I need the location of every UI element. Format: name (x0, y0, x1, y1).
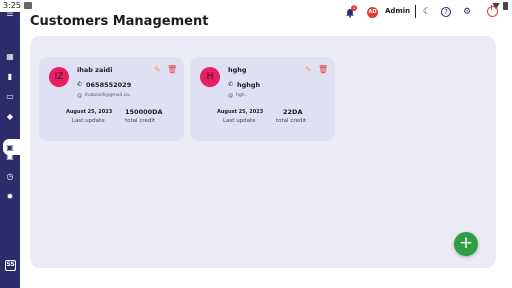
delete-icon[interactable]: 🗑 (318, 65, 328, 74)
dark-mode-icon[interactable]: ☾ (421, 6, 433, 18)
shopping-bag-icon[interactable]: ▮ (0, 69, 20, 83)
total-credit-label: total credit (276, 118, 307, 124)
customer-email: ihabzaidi@gmail.co.. (85, 93, 132, 98)
phone-icon: ✆ (228, 81, 234, 88)
customer-email: hgh.. (236, 93, 248, 98)
delete-icon[interactable]: 🗑 (167, 65, 177, 74)
last-update-label: Last update (223, 118, 256, 124)
avatar: IZ (49, 67, 69, 87)
sidebar: ☰ ▦ ▮ ▭ ◆ ▣ ▣ ◷ ✹ SS (0, 9, 20, 288)
dashboard-icon[interactable]: ▦ (0, 49, 20, 63)
avatar[interactable]: AD (367, 7, 378, 18)
customer-phone: hghgh (237, 81, 261, 89)
notification-badge: 1 (351, 5, 357, 11)
customer-card[interactable]: H hghg ✎ 🗑 ✆ hghgh @ hgh.. August 25, 20… (190, 57, 335, 141)
edit-icon[interactable]: ✎ (154, 65, 163, 74)
phone-icon: ✆ (77, 81, 83, 88)
total-credit-label: total credit (125, 118, 156, 124)
customer-name: hghg (228, 66, 247, 74)
gear-icon[interactable]: ⚙ (461, 6, 473, 18)
page-title: Customers Management (30, 14, 209, 29)
history-icon[interactable]: ◷ (0, 169, 20, 183)
battery-icon (503, 2, 508, 10)
email-icon: @ (228, 93, 233, 99)
app-logo: SS (5, 260, 16, 271)
email-icon: @ (77, 93, 82, 99)
help-icon[interactable]: ? (441, 7, 451, 17)
edit-icon[interactable]: ✎ (305, 65, 314, 74)
system-status-bar: 3:25 (0, 0, 512, 12)
tag-icon[interactable]: ◆ (0, 109, 20, 123)
customer-phone: 0658552029 (86, 81, 132, 89)
last-update-value: August 25, 2023 (66, 109, 113, 115)
last-update-value: August 25, 2023 (217, 109, 264, 115)
notification-icon (24, 2, 32, 9)
divider (415, 5, 416, 18)
settings-icon[interactable]: ✹ (0, 189, 20, 203)
menu-icon[interactable]: ☰ (0, 6, 20, 20)
total-credit-value: 22DA (283, 108, 303, 116)
customer-card[interactable]: IZ ihab zaidi ✎ 🗑 ✆ 0658552029 @ ihabzai… (39, 57, 184, 141)
customer-name: ihab zaidi (77, 66, 113, 74)
wallet-icon[interactable]: ▭ (0, 89, 20, 103)
last-update-label: Last update (72, 118, 105, 124)
power-icon[interactable] (487, 5, 498, 17)
avatar: H (200, 67, 220, 87)
user-name[interactable]: Admin (385, 7, 410, 15)
add-customer-button[interactable]: + (454, 232, 478, 256)
total-credit-value: 150000DA (125, 108, 163, 116)
briefcase-icon[interactable]: ▣ (0, 149, 20, 163)
